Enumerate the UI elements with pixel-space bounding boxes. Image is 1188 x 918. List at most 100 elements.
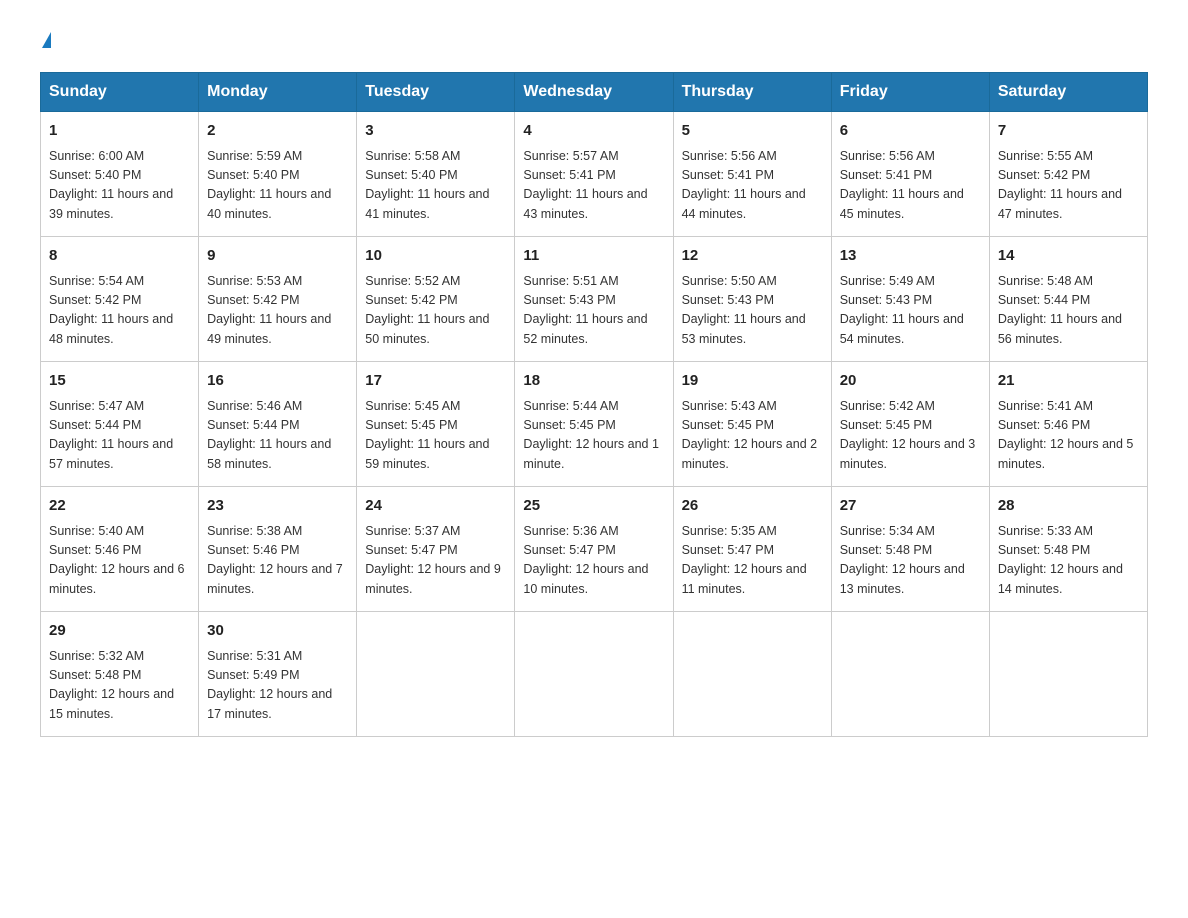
day-info: Sunrise: 5:52 AMSunset: 5:42 PMDaylight:… — [365, 272, 506, 350]
calendar-cell: 5 Sunrise: 5:56 AMSunset: 5:41 PMDayligh… — [673, 112, 831, 237]
day-info: Sunrise: 6:00 AMSunset: 5:40 PMDaylight:… — [49, 147, 190, 225]
calendar-cell: 26 Sunrise: 5:35 AMSunset: 5:47 PMDaylig… — [673, 487, 831, 612]
day-info: Sunrise: 5:59 AMSunset: 5:40 PMDaylight:… — [207, 147, 348, 225]
calendar-cell: 22 Sunrise: 5:40 AMSunset: 5:46 PMDaylig… — [41, 487, 199, 612]
day-info: Sunrise: 5:40 AMSunset: 5:46 PMDaylight:… — [49, 522, 190, 600]
calendar-cell: 9 Sunrise: 5:53 AMSunset: 5:42 PMDayligh… — [199, 237, 357, 362]
day-info: Sunrise: 5:47 AMSunset: 5:44 PMDaylight:… — [49, 397, 190, 475]
col-header-thursday: Thursday — [673, 73, 831, 112]
calendar-cell: 27 Sunrise: 5:34 AMSunset: 5:48 PMDaylig… — [831, 487, 989, 612]
calendar-cell: 28 Sunrise: 5:33 AMSunset: 5:48 PMDaylig… — [989, 487, 1147, 612]
calendar-cell: 11 Sunrise: 5:51 AMSunset: 5:43 PMDaylig… — [515, 237, 673, 362]
calendar-cell: 3 Sunrise: 5:58 AMSunset: 5:40 PMDayligh… — [357, 112, 515, 237]
calendar-cell — [515, 612, 673, 737]
day-info: Sunrise: 5:37 AMSunset: 5:47 PMDaylight:… — [365, 522, 506, 600]
day-info: Sunrise: 5:58 AMSunset: 5:40 PMDaylight:… — [365, 147, 506, 225]
day-number: 3 — [365, 120, 506, 143]
day-info: Sunrise: 5:48 AMSunset: 5:44 PMDaylight:… — [998, 272, 1139, 350]
calendar-cell — [673, 612, 831, 737]
day-number: 20 — [840, 370, 981, 393]
day-number: 10 — [365, 245, 506, 268]
day-info: Sunrise: 5:32 AMSunset: 5:48 PMDaylight:… — [49, 647, 190, 725]
calendar-cell: 17 Sunrise: 5:45 AMSunset: 5:45 PMDaylig… — [357, 362, 515, 487]
day-info: Sunrise: 5:54 AMSunset: 5:42 PMDaylight:… — [49, 272, 190, 350]
calendar-cell: 29 Sunrise: 5:32 AMSunset: 5:48 PMDaylig… — [41, 612, 199, 737]
day-info: Sunrise: 5:43 AMSunset: 5:45 PMDaylight:… — [682, 397, 823, 475]
day-number: 8 — [49, 245, 190, 268]
day-number: 13 — [840, 245, 981, 268]
day-info: Sunrise: 5:34 AMSunset: 5:48 PMDaylight:… — [840, 522, 981, 600]
day-info: Sunrise: 5:42 AMSunset: 5:45 PMDaylight:… — [840, 397, 981, 475]
calendar-cell: 20 Sunrise: 5:42 AMSunset: 5:45 PMDaylig… — [831, 362, 989, 487]
calendar-cell: 15 Sunrise: 5:47 AMSunset: 5:44 PMDaylig… — [41, 362, 199, 487]
day-info: Sunrise: 5:38 AMSunset: 5:46 PMDaylight:… — [207, 522, 348, 600]
day-number: 16 — [207, 370, 348, 393]
calendar-cell: 25 Sunrise: 5:36 AMSunset: 5:47 PMDaylig… — [515, 487, 673, 612]
day-number: 26 — [682, 495, 823, 518]
calendar-header-row: SundayMondayTuesdayWednesdayThursdayFrid… — [41, 73, 1148, 112]
logo-arrow-icon — [42, 32, 51, 48]
day-number: 9 — [207, 245, 348, 268]
col-header-monday: Monday — [199, 73, 357, 112]
calendar-cell: 12 Sunrise: 5:50 AMSunset: 5:43 PMDaylig… — [673, 237, 831, 362]
day-info: Sunrise: 5:44 AMSunset: 5:45 PMDaylight:… — [523, 397, 664, 475]
calendar-cell: 4 Sunrise: 5:57 AMSunset: 5:41 PMDayligh… — [515, 112, 673, 237]
col-header-saturday: Saturday — [989, 73, 1147, 112]
calendar-cell: 18 Sunrise: 5:44 AMSunset: 5:45 PMDaylig… — [515, 362, 673, 487]
day-number: 22 — [49, 495, 190, 518]
day-number: 4 — [523, 120, 664, 143]
col-header-tuesday: Tuesday — [357, 73, 515, 112]
week-row-1: 1 Sunrise: 6:00 AMSunset: 5:40 PMDayligh… — [41, 112, 1148, 237]
day-info: Sunrise: 5:49 AMSunset: 5:43 PMDaylight:… — [840, 272, 981, 350]
day-number: 30 — [207, 620, 348, 643]
calendar-cell — [357, 612, 515, 737]
calendar-table: SundayMondayTuesdayWednesdayThursdayFrid… — [40, 72, 1148, 737]
day-number: 24 — [365, 495, 506, 518]
calendar-cell: 14 Sunrise: 5:48 AMSunset: 5:44 PMDaylig… — [989, 237, 1147, 362]
col-header-friday: Friday — [831, 73, 989, 112]
calendar-cell: 23 Sunrise: 5:38 AMSunset: 5:46 PMDaylig… — [199, 487, 357, 612]
calendar-cell: 24 Sunrise: 5:37 AMSunset: 5:47 PMDaylig… — [357, 487, 515, 612]
day-info: Sunrise: 5:31 AMSunset: 5:49 PMDaylight:… — [207, 647, 348, 725]
day-number: 25 — [523, 495, 664, 518]
day-number: 19 — [682, 370, 823, 393]
day-info: Sunrise: 5:53 AMSunset: 5:42 PMDaylight:… — [207, 272, 348, 350]
day-info: Sunrise: 5:50 AMSunset: 5:43 PMDaylight:… — [682, 272, 823, 350]
calendar-cell — [831, 612, 989, 737]
day-number: 6 — [840, 120, 981, 143]
calendar-cell: 13 Sunrise: 5:49 AMSunset: 5:43 PMDaylig… — [831, 237, 989, 362]
day-info: Sunrise: 5:56 AMSunset: 5:41 PMDaylight:… — [840, 147, 981, 225]
day-info: Sunrise: 5:51 AMSunset: 5:43 PMDaylight:… — [523, 272, 664, 350]
day-number: 17 — [365, 370, 506, 393]
day-number: 23 — [207, 495, 348, 518]
calendar-cell: 21 Sunrise: 5:41 AMSunset: 5:46 PMDaylig… — [989, 362, 1147, 487]
day-number: 5 — [682, 120, 823, 143]
calendar-cell: 8 Sunrise: 5:54 AMSunset: 5:42 PMDayligh… — [41, 237, 199, 362]
day-info: Sunrise: 5:41 AMSunset: 5:46 PMDaylight:… — [998, 397, 1139, 475]
week-row-4: 22 Sunrise: 5:40 AMSunset: 5:46 PMDaylig… — [41, 487, 1148, 612]
logo — [40, 30, 51, 52]
day-number: 15 — [49, 370, 190, 393]
day-number: 1 — [49, 120, 190, 143]
day-info: Sunrise: 5:36 AMSunset: 5:47 PMDaylight:… — [523, 522, 664, 600]
day-info: Sunrise: 5:33 AMSunset: 5:48 PMDaylight:… — [998, 522, 1139, 600]
calendar-cell: 7 Sunrise: 5:55 AMSunset: 5:42 PMDayligh… — [989, 112, 1147, 237]
page-header — [40, 30, 1148, 52]
day-number: 27 — [840, 495, 981, 518]
col-header-wednesday: Wednesday — [515, 73, 673, 112]
week-row-5: 29 Sunrise: 5:32 AMSunset: 5:48 PMDaylig… — [41, 612, 1148, 737]
calendar-cell: 16 Sunrise: 5:46 AMSunset: 5:44 PMDaylig… — [199, 362, 357, 487]
day-info: Sunrise: 5:35 AMSunset: 5:47 PMDaylight:… — [682, 522, 823, 600]
day-number: 7 — [998, 120, 1139, 143]
day-number: 12 — [682, 245, 823, 268]
day-number: 2 — [207, 120, 348, 143]
day-number: 18 — [523, 370, 664, 393]
day-number: 14 — [998, 245, 1139, 268]
calendar-cell: 19 Sunrise: 5:43 AMSunset: 5:45 PMDaylig… — [673, 362, 831, 487]
calendar-cell: 10 Sunrise: 5:52 AMSunset: 5:42 PMDaylig… — [357, 237, 515, 362]
calendar-cell: 6 Sunrise: 5:56 AMSunset: 5:41 PMDayligh… — [831, 112, 989, 237]
day-info: Sunrise: 5:55 AMSunset: 5:42 PMDaylight:… — [998, 147, 1139, 225]
day-number: 29 — [49, 620, 190, 643]
day-info: Sunrise: 5:46 AMSunset: 5:44 PMDaylight:… — [207, 397, 348, 475]
day-number: 28 — [998, 495, 1139, 518]
